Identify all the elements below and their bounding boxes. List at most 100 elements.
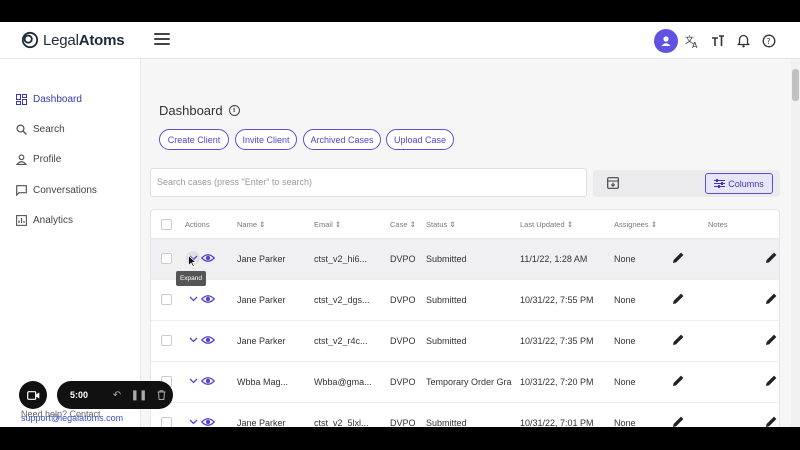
row-checkbox[interactable] xyxy=(161,335,172,346)
eye-icon[interactable] xyxy=(201,292,215,306)
help-icon[interactable]: ? xyxy=(757,29,781,53)
cases-table: Actions Name ⇕ Email ⇕ Case ⇕ Status ⇕ L… xyxy=(150,209,780,427)
analytics-icon xyxy=(15,214,27,226)
app-window: LegalAtoms 文A ? Dashboard Search Profile… xyxy=(0,22,800,427)
logo-icon xyxy=(21,31,39,49)
sidebar-item-label: Search xyxy=(33,123,65,135)
table-toolbar: Columns xyxy=(593,170,780,197)
support-email-link[interactable]: support@legalatoms.com xyxy=(21,413,123,423)
sidebar-item-conversations[interactable]: Conversations xyxy=(15,184,97,196)
edit-notes-icon[interactable] xyxy=(765,292,778,305)
conversations-icon xyxy=(15,184,27,196)
column-header-email[interactable]: Email ⇕ xyxy=(314,220,341,229)
select-all-checkbox[interactable] xyxy=(161,219,172,230)
sidebar-item-label: Conversations xyxy=(33,184,97,196)
archive-icon[interactable] xyxy=(607,177,619,189)
create-client-button[interactable]: Create Client xyxy=(159,129,229,150)
invite-client-button[interactable]: Invite Client xyxy=(235,129,297,150)
chevron-down-icon[interactable] xyxy=(186,333,200,347)
text-size-icon[interactable] xyxy=(706,29,730,53)
cell-status: Submitted xyxy=(426,254,467,264)
account-icon[interactable] xyxy=(654,29,678,53)
column-header-case[interactable]: Case ⇕ xyxy=(390,220,416,229)
edit-notes-icon[interactable] xyxy=(765,415,778,427)
edit-assignees-icon[interactable] xyxy=(672,415,685,427)
row-checkbox[interactable] xyxy=(161,294,172,305)
translate-icon[interactable]: 文A xyxy=(680,29,704,53)
table-row[interactable]: Jane Parker ctst_v2_5lxl... DVPO Submitt… xyxy=(151,403,779,427)
eye-icon[interactable] xyxy=(201,251,215,265)
cell-name: Jane Parker xyxy=(237,418,286,427)
edit-assignees-icon[interactable] xyxy=(672,292,685,305)
eye-icon[interactable] xyxy=(201,333,215,347)
video-camera-icon xyxy=(26,390,39,400)
sidebar-item-search[interactable]: Search xyxy=(15,123,65,135)
cell-assignees: None xyxy=(614,336,636,346)
info-icon[interactable]: i xyxy=(228,105,240,116)
archived-cases-button[interactable]: Archived Cases xyxy=(303,129,381,150)
pause-icon[interactable]: ❚❚ xyxy=(128,388,150,402)
mouse-cursor-icon xyxy=(188,255,197,267)
cell-name: Wbba Mag... xyxy=(237,377,289,387)
sidebar-item-label: Dashboard xyxy=(33,93,82,105)
edit-notes-icon[interactable] xyxy=(765,333,778,346)
table-row[interactable]: Wbba Mag... Wbba@gma... DVPO Temporary O… xyxy=(151,362,779,403)
vertical-scrollbar[interactable] xyxy=(791,59,800,427)
cell-last-updated: 10/31/22, 7:35 PM xyxy=(520,336,594,346)
upload-case-button[interactable]: Upload Case xyxy=(386,129,454,150)
table-header: Actions Name ⇕ Email ⇕ Case ⇕ Status ⇕ L… xyxy=(151,210,779,239)
logo[interactable]: LegalAtoms xyxy=(21,31,125,49)
cell-last-updated: 11/1/22, 1:28 AM xyxy=(520,254,588,264)
edit-notes-icon[interactable] xyxy=(765,251,778,264)
column-header-assignees[interactable]: Assignees ⇕ xyxy=(614,220,657,229)
top-bar: LegalAtoms 文A ? xyxy=(0,22,800,59)
page-title-text: Dashboard xyxy=(159,103,223,118)
row-checkbox[interactable] xyxy=(161,417,172,427)
cell-assignees: None xyxy=(614,377,636,387)
cell-case: DVPO xyxy=(390,254,416,264)
column-header-name[interactable]: Name ⇕ xyxy=(237,220,265,229)
chevron-down-icon[interactable] xyxy=(186,292,200,306)
sidebar-item-analytics[interactable]: Analytics xyxy=(15,214,73,226)
hamburger-menu-icon[interactable] xyxy=(154,33,170,49)
cell-case: DVPO xyxy=(390,377,416,387)
expand-tooltip: Expand xyxy=(176,271,206,286)
table-row[interactable]: Jane Parker ctst_v2_hi6... DVPO Submitte… xyxy=(151,239,779,280)
sidebar-item-dashboard[interactable]: Dashboard xyxy=(15,93,82,105)
scrollbar-thumb[interactable] xyxy=(792,69,799,101)
eye-icon[interactable] xyxy=(201,415,215,427)
column-header-last-updated[interactable]: Last Updated ⇕ xyxy=(520,220,573,229)
cell-assignees: None xyxy=(614,254,636,264)
svg-text:?: ? xyxy=(766,37,770,46)
profile-icon xyxy=(15,153,27,165)
sidebar-item-label: Profile xyxy=(33,153,62,165)
chevron-down-icon[interactable] xyxy=(186,415,200,427)
chevron-down-icon[interactable] xyxy=(186,374,200,388)
page-title: Dashboard i xyxy=(159,103,240,118)
cell-status: Submitted xyxy=(426,418,467,427)
notification-bell-icon[interactable] xyxy=(731,29,755,53)
cell-last-updated: 10/31/22, 7:20 PM xyxy=(520,377,594,387)
cell-status: Submitted xyxy=(426,295,467,305)
table-row[interactable]: Jane Parker ctst_v2_r4c... DVPO Submitte… xyxy=(151,321,779,362)
undo-icon[interactable]: ↶ xyxy=(106,388,128,402)
row-checkbox[interactable] xyxy=(161,253,172,264)
search-input[interactable]: Search cases (press "Enter" to search) xyxy=(150,168,587,197)
edit-assignees-icon[interactable] xyxy=(672,251,685,264)
cell-last-updated: 10/31/22, 7:55 PM xyxy=(520,295,594,305)
table-row[interactable]: Jane Parker ctst_v2_dgs... DVPO Submitte… xyxy=(151,280,779,321)
camera-toggle-button[interactable] xyxy=(19,381,47,409)
cell-case: DVPO xyxy=(390,295,416,305)
trash-icon[interactable] xyxy=(150,388,172,402)
edit-assignees-icon[interactable] xyxy=(672,374,685,387)
column-header-status[interactable]: Status ⇕ xyxy=(426,220,456,229)
columns-button[interactable]: Columns xyxy=(705,173,773,194)
sidebar-item-profile[interactable]: Profile xyxy=(15,153,61,165)
edit-notes-icon[interactable] xyxy=(765,374,778,387)
cell-email: ctst_v2_hi6... xyxy=(314,254,368,264)
edit-assignees-icon[interactable] xyxy=(672,333,685,346)
cell-name: Jane Parker xyxy=(237,336,286,346)
svg-text:A: A xyxy=(692,41,698,49)
eye-icon[interactable] xyxy=(201,374,215,388)
cell-email: Wbba@gma... xyxy=(314,377,372,387)
